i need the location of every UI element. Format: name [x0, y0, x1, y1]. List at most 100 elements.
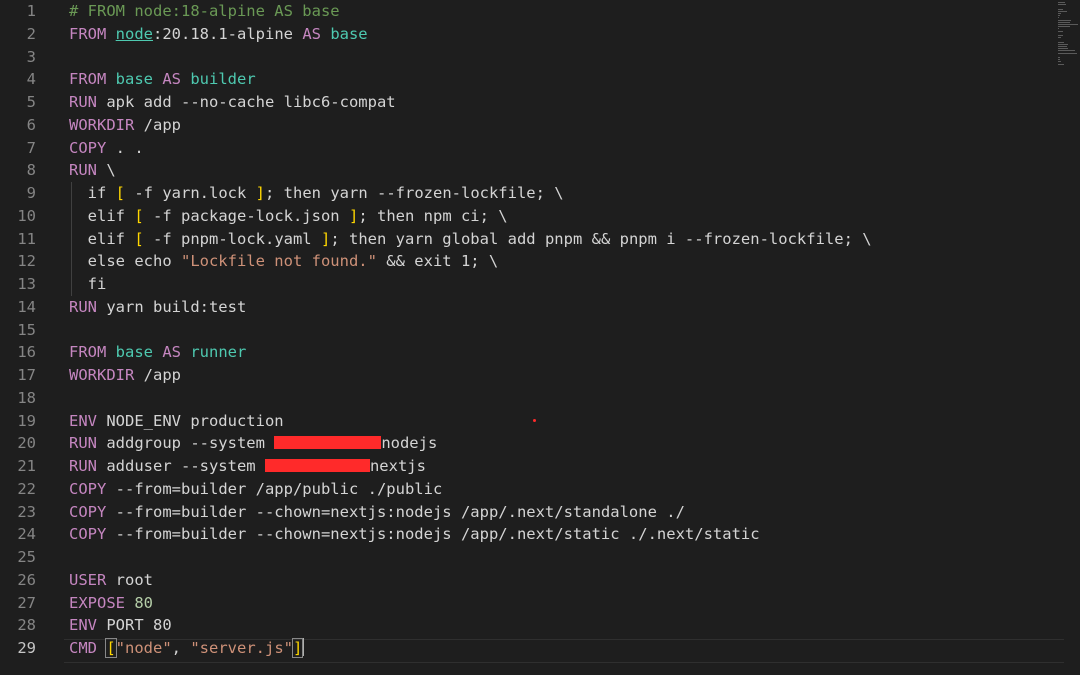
code-token: [ [134, 206, 144, 225]
code-line[interactable]: RUN addgroup --system nodejs [69, 432, 1049, 455]
code-token: ] [291, 638, 304, 658]
minimap-line [1058, 24, 1078, 25]
redaction-block [274, 436, 382, 450]
minimap-line [1058, 57, 1061, 58]
indent-guide [71, 182, 72, 296]
minimap-line [1058, 21, 1070, 23]
code-token: FROM [69, 24, 116, 43]
line-number: 28 [17, 616, 36, 635]
code-token: USER [69, 570, 116, 589]
code-line[interactable]: WORKDIR /app [69, 114, 1049, 137]
code-token: fi [69, 275, 107, 293]
line-number: 6 [26, 115, 36, 134]
code-line[interactable]: USER root [69, 569, 1049, 592]
code-token: FROM [69, 70, 116, 89]
line-number: 23 [17, 502, 36, 521]
code-line[interactable]: # FROM node:18-alpine AS base [69, 0, 1049, 23]
code-token: node [115, 24, 153, 43]
code-token: ; then npm ci; \ [358, 206, 508, 225]
code-token: adduser --system [106, 457, 265, 475]
code-line[interactable] [69, 319, 1049, 342]
line-number: 16 [17, 343, 36, 362]
code-line[interactable]: COPY --from=builder --chown=nextjs:nodej… [69, 501, 1049, 524]
code-line[interactable]: ENV NODE_ENV production [69, 410, 1049, 433]
line-number: 9 [26, 184, 36, 202]
code-token: EXPOSE [69, 593, 135, 612]
code-line[interactable]: else echo "Lockfile not found." && exit … [69, 250, 1049, 273]
line-number: 2 [26, 24, 36, 43]
minimap[interactable] [1058, 0, 1080, 70]
code-token: else echo [69, 252, 181, 271]
code-line[interactable]: RUN adduser --system nextjs [69, 455, 1049, 478]
code-token: WORKDIR [69, 115, 144, 134]
code-line[interactable]: RUN apk add --no-cache libc6-compat [69, 91, 1049, 114]
text-cursor [302, 638, 305, 656]
code-line[interactable] [69, 387, 1049, 410]
code-line[interactable] [69, 546, 1049, 569]
code-editor[interactable]: 1 2 3 4 5 6 7 8 9 10 11 12 13 14 15 16 17 18 19 20 21 22 23 24 2… [0, 0, 1064, 675]
code-line[interactable]: elif [ -f package-lock.json ]; then npm … [69, 205, 1049, 228]
code-token: :20.18.1-alpine [153, 24, 303, 43]
code-token: base [330, 24, 368, 43]
code-line[interactable]: RUN \ [69, 159, 1049, 182]
code-token: ENV [69, 616, 107, 635]
code-token: root [115, 570, 153, 589]
code-token: yarn build:test [106, 297, 247, 316]
code-line[interactable]: FROM base AS builder [69, 68, 1049, 91]
code-line[interactable]: FROM base AS runner [69, 341, 1049, 364]
code-area[interactable]: # FROM node:18-alpine AS base FROM node:2… [69, 0, 1049, 660]
code-line[interactable]: COPY --from=builder --chown=nextjs:nodej… [69, 523, 1049, 546]
line-number: 7 [26, 138, 36, 157]
code-token: /app [143, 115, 181, 134]
line-number: 24 [17, 525, 36, 544]
code-token: /app [143, 366, 181, 384]
code-token: ENV [69, 411, 107, 430]
code-token: ; then yarn --frozen-lockfile; \ [265, 184, 564, 202]
code-token: FROM [69, 343, 116, 362]
code-token: RUN [69, 297, 107, 316]
code-token: AS [162, 70, 191, 89]
code-token: , [171, 639, 191, 657]
code-line[interactable]: EXPOSE 80 [69, 592, 1049, 615]
code-line[interactable]: if [ -f yarn.lock ]; then yarn --frozen-… [69, 182, 1049, 205]
line-number: 11 [17, 229, 36, 248]
line-number: 14 [17, 297, 36, 316]
code-token: [ [134, 229, 144, 248]
code-line[interactable]: COPY --from=builder /app/public ./public [69, 478, 1049, 501]
code-token: ] [320, 229, 331, 248]
code-line[interactable]: RUN yarn build:test [69, 296, 1049, 319]
code-line[interactable]: fi [69, 273, 1049, 296]
code-token: [ [115, 184, 126, 202]
code-token: . . [115, 138, 144, 157]
code-token: PORT 80 [106, 616, 172, 635]
minimap-line [1058, 26, 1070, 28]
code-token: ] [255, 184, 266, 202]
code-token: COPY [69, 479, 116, 498]
code-token: COPY [69, 525, 116, 544]
code-line[interactable]: FROM node:20.18.1-alpine AS base [69, 23, 1049, 46]
line-number: 25 [17, 548, 36, 566]
code-line[interactable]: COPY . . [69, 137, 1049, 160]
minimap-line [1058, 41, 1064, 43]
code-token: AS [302, 24, 331, 43]
line-number: 3 [26, 47, 36, 66]
line-number: 19 [17, 411, 36, 430]
code-line[interactable]: ENV PORT 80 [69, 614, 1049, 637]
line-number: 1 [26, 2, 36, 20]
code-token: COPY [69, 138, 116, 157]
line-number: 21 [17, 457, 36, 475]
code-token: base [115, 343, 163, 362]
code-token: NODE_ENV production [106, 411, 284, 430]
code-line[interactable]: elif [ -f pnpm-lock.yaml ]; then yarn gl… [69, 228, 1049, 251]
code-line[interactable]: CMD ["node", "server.js"] [69, 637, 1049, 660]
code-token: RUN [69, 93, 107, 111]
code-line[interactable] [69, 46, 1049, 69]
minimap-line [1058, 28, 1059, 30]
code-token: 80 [134, 593, 153, 612]
line-number: 26 [17, 570, 36, 589]
code-token: [ [105, 638, 117, 658]
code-line[interactable]: WORKDIR /app [69, 364, 1049, 387]
code-token: ] [348, 206, 359, 225]
minimap-line [1058, 4, 1066, 6]
line-number: 4 [26, 70, 36, 89]
